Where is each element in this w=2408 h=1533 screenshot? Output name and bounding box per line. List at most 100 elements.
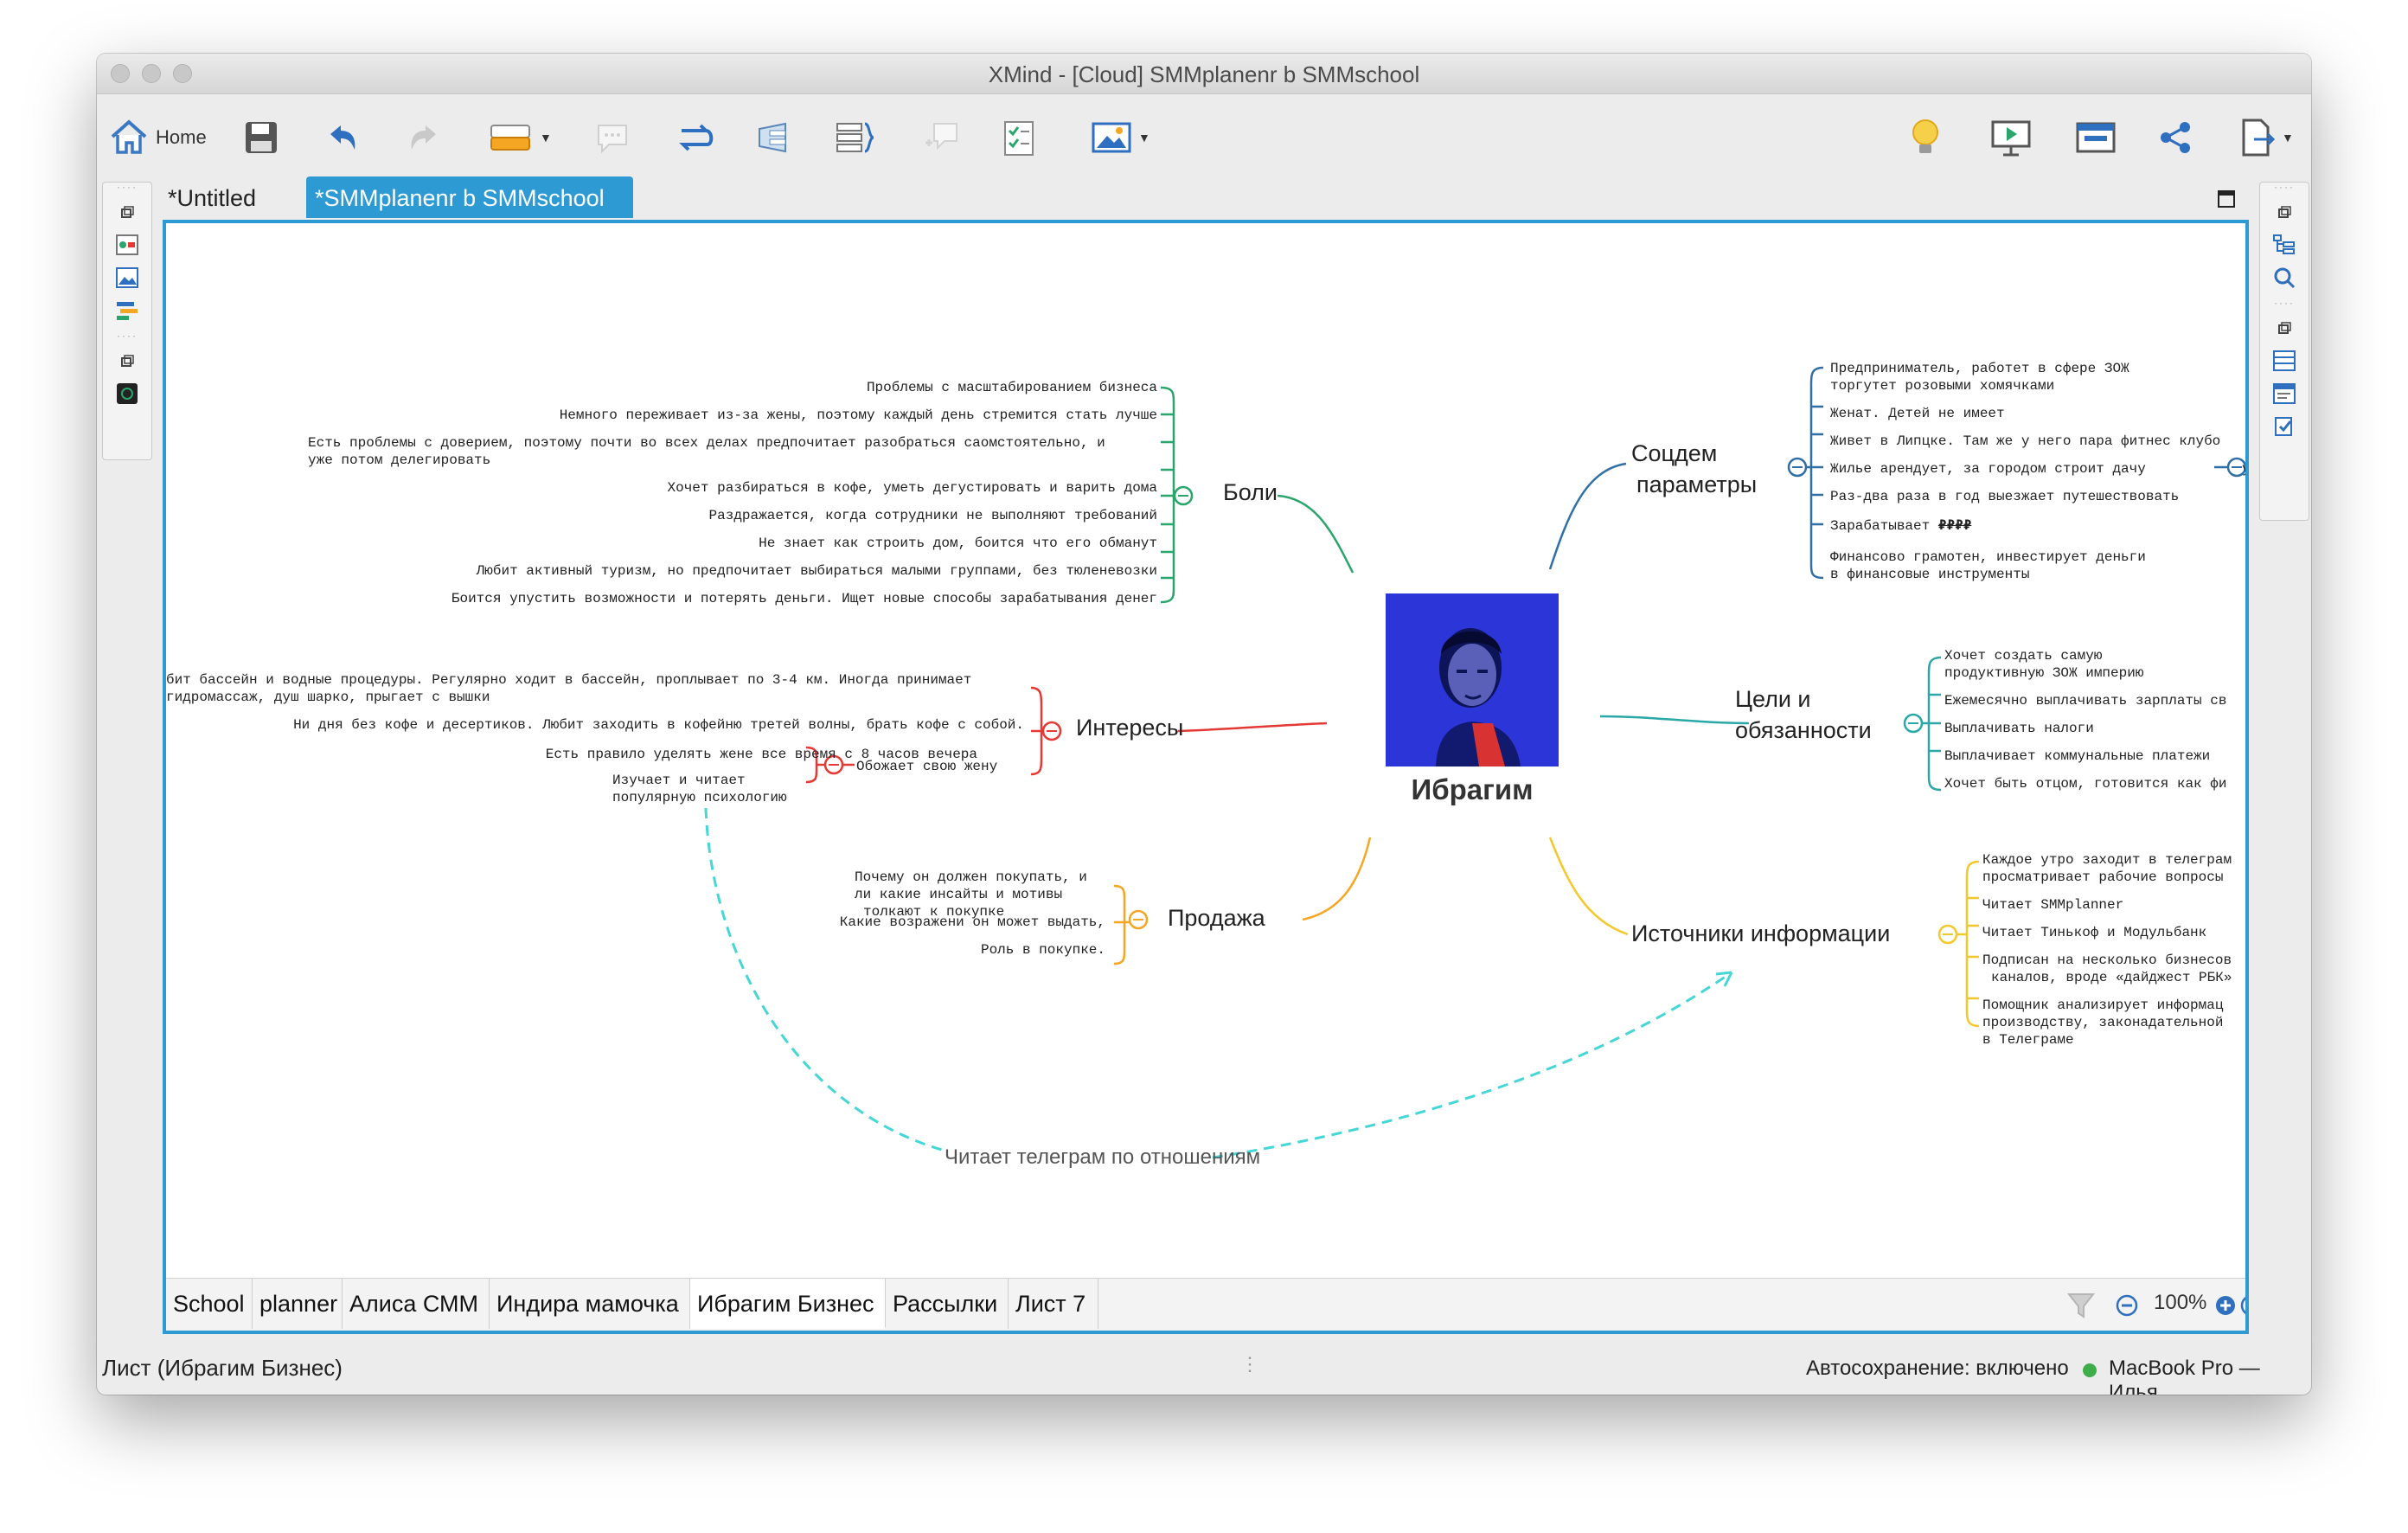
image-gallery-icon[interactable]: [114, 266, 140, 290]
panel-grip[interactable]: ····: [2260, 182, 2309, 192]
restore-panel-icon[interactable]: [114, 200, 140, 224]
outline-view-button[interactable]: [2074, 113, 2117, 162]
subtopic-interesy[interactable]: бит бассейн и водные процедуры. Регулярн…: [166, 671, 971, 689]
topic-prodazha[interactable]: Продажа: [1168, 905, 1265, 932]
sheet-tab-planner[interactable]: planner: [253, 1279, 343, 1329]
subtopic-istochniki[interactable]: Читает SMMplanner: [1982, 896, 2123, 914]
sheet-tab-indira[interactable]: Индира мамочка: [490, 1279, 690, 1329]
subtopic-celi[interactable]: Хочет создать самую: [1944, 647, 2102, 664]
subtopic-interesy[interactable]: гидромассаж, душ шарко, прыгает с вышки: [166, 689, 490, 706]
save-button[interactable]: [242, 113, 280, 162]
filter-icon[interactable]: [2065, 1289, 2097, 1325]
boundary-button[interactable]: [754, 113, 797, 162]
sheet-tab-rassylki[interactable]: Рассылки: [886, 1279, 1009, 1329]
restore-panel-icon[interactable]: [2271, 200, 2297, 224]
restore-panel-icon[interactable]: [2271, 316, 2297, 340]
subtopic-interesy-wife[interactable]: Обожает свою жену: [856, 758, 997, 775]
themes-icon[interactable]: [114, 298, 140, 323]
sheet-tab-alisa[interactable]: Алиса СММ: [343, 1279, 490, 1329]
chevron-down-icon[interactable]: ▼: [2282, 131, 2294, 144]
subtopic-celi[interactable]: Выплачивать налоги: [1944, 720, 2094, 737]
subtopic-istochniki[interactable]: каналов, вроде «дайджест РБК»: [1991, 969, 2232, 986]
maximize-editor-icon[interactable]: [2218, 190, 2235, 212]
tab-smmplanner[interactable]: *SMMplanenr b SMMschool: [306, 176, 633, 251]
subtopic-istochniki[interactable]: Помощник анализирует информац: [1982, 997, 2223, 1014]
subtopic-celi[interactable]: продуктивную ЗОЖ империю: [1944, 664, 2143, 682]
zoom-out-icon[interactable]: [2116, 1294, 2138, 1321]
outline-icon[interactable]: [2271, 233, 2297, 257]
subtopic-istochniki[interactable]: Подписан на несколько бизнесов: [1982, 952, 2232, 969]
subtopic-prodazha[interactable]: Какие возражени он может выдать,: [840, 914, 1105, 931]
chevron-down-icon[interactable]: ▼: [1138, 131, 1150, 144]
sheet-tab-ibragim[interactable]: Ибрагим Бизнес: [690, 1279, 886, 1329]
topic-celi[interactable]: Цели и обязанности: [1735, 683, 1872, 746]
subtopic-socdem[interactable]: Предприниматель, работет в сфере ЗОЖ: [1830, 360, 2129, 377]
restore-panel-icon[interactable]: [114, 349, 140, 373]
topic-socdem[interactable]: Соцдем параметры: [1631, 438, 1757, 500]
chevron-down-icon[interactable]: ▼: [540, 131, 552, 144]
subtopic-socdem-child[interactable]: у: [2242, 460, 2245, 478]
subtopic-celi[interactable]: Хочет быть отцом, готовится как фи: [1944, 775, 2226, 792]
panel-grip[interactable]: ····: [103, 330, 151, 341]
markers-icon[interactable]: [114, 233, 140, 257]
subtopic-istochniki[interactable]: производству, законадательной: [1982, 1014, 2223, 1031]
panel-grip[interactable]: ····: [103, 182, 151, 192]
subtopic-prodazha[interactable]: Почему он должен покупать, и: [855, 869, 1087, 886]
sheet-tab-school[interactable]: School: [166, 1279, 253, 1329]
navigator-zoom-icon[interactable]: [2271, 266, 2297, 290]
subtopic-boli[interactable]: Не знает как строить дом, боится что его…: [759, 535, 1157, 552]
subtopic-boli[interactable]: Раздражается, когда сотрудники не выполн…: [709, 507, 1157, 524]
relationship-label[interactable]: Читает телеграм по отношениям: [945, 1145, 1260, 1170]
notes-icon[interactable]: [2271, 382, 2297, 406]
panel-grip[interactable]: ····: [2260, 298, 2309, 308]
redo-button[interactable]: [405, 113, 443, 162]
subtopic-interesy[interactable]: Изучает и читает: [612, 772, 746, 789]
task-button[interactable]: [1000, 113, 1038, 162]
callout-button[interactable]: [919, 113, 962, 162]
sheet-tab-list7[interactable]: Лист 7: [1009, 1279, 1098, 1329]
subtopic-celi[interactable]: Ежемесячно выплачивать зарплаты св: [1944, 692, 2226, 709]
task-info-icon[interactable]: [2271, 414, 2297, 439]
subtopic-boli[interactable]: Любит активный туризм, но предпочитает в…: [477, 562, 1157, 580]
presentation-button[interactable]: [1989, 113, 2033, 162]
subtopic-socdem[interactable]: Финансово грамотен, инвестирует деньги: [1830, 548, 2146, 566]
home-button[interactable]: Home: [109, 113, 207, 162]
subtopic-socdem[interactable]: Женат. Детей не имеет: [1830, 405, 2005, 422]
topic-interesy[interactable]: Интересы: [1076, 715, 1183, 741]
summary-button[interactable]: [834, 113, 877, 162]
comment-button[interactable]: [593, 113, 631, 162]
topic-style-button[interactable]: ▼: [488, 113, 552, 162]
subtopic-interesy[interactable]: популярную психологию: [612, 789, 787, 806]
subtopic-boli[interactable]: Хочет разбираться в кофе, уметь дегустир…: [668, 479, 1158, 497]
subtopic-prodazha[interactable]: ли какие инсайты и мотивы: [855, 886, 1062, 903]
subtopic-istochniki[interactable]: Читает Тинькоф и Модульбанк: [1982, 924, 2206, 941]
subtopic-boli[interactable]: Боится упустить возможности и потерять д…: [452, 590, 1157, 607]
topic-istochniki[interactable]: Источники информации: [1631, 920, 1890, 947]
console-icon[interactable]: [114, 382, 140, 406]
export-button[interactable]: ▼: [2238, 113, 2294, 162]
subtopic-boli[interactable]: Немного переживает из-за жены, поэтому к…: [560, 407, 1157, 424]
subtopic-socdem[interactable]: Живет в Липцке. Там же у него пара фитне…: [1830, 433, 2220, 450]
properties-icon[interactable]: [2271, 349, 2297, 373]
share-button[interactable]: [2157, 113, 2195, 162]
subtopic-istochniki[interactable]: просматривает рабочие вопросы: [1982, 869, 2223, 886]
relationship-button[interactable]: [673, 113, 716, 162]
subtopic-istochniki[interactable]: Каждое утро заходит в телеграм: [1982, 851, 2232, 869]
zoom-in-icon[interactable]: [2214, 1294, 2237, 1321]
subtopic-socdem[interactable]: Зарабатывает ₽₽₽₽: [1830, 517, 1971, 535]
subtopic-boli[interactable]: Есть проблемы с доверием, поэтому почти …: [308, 434, 1105, 452]
insert-image-button[interactable]: ▼: [1090, 113, 1150, 162]
zoom-fit-icon[interactable]: [2240, 1294, 2245, 1321]
brainstorm-button[interactable]: [1906, 113, 1944, 162]
subtopic-socdem[interactable]: Раз-два раза в год выезжает путешествова…: [1830, 488, 2179, 505]
mindmap-canvas[interactable]: Ибрагим Боли Проблемы с масштабированием…: [163, 220, 2249, 1334]
subtopic-socdem[interactable]: Жилье арендует, за городом строит дачу: [1830, 460, 2146, 478]
subtopic-boli[interactable]: Проблемы с масштабированием бизнеса: [867, 379, 1157, 396]
subtopic-interesy[interactable]: Ни дня без кофе и десертиков. Любит захо…: [293, 716, 1024, 734]
subtopic-socdem[interactable]: торгутет розовыми хомячками: [1830, 377, 2054, 394]
subtopic-istochniki[interactable]: в Телеграме: [1982, 1031, 2074, 1049]
central-topic[interactable]: Ибрагим: [1386, 593, 1559, 806]
status-divider-handle[interactable]: ⋮: [1240, 1353, 1259, 1376]
tab-untitled[interactable]: *Untitled: [168, 176, 256, 218]
subtopic-celi[interactable]: Выплачивает коммунальные платежи: [1944, 747, 2210, 765]
